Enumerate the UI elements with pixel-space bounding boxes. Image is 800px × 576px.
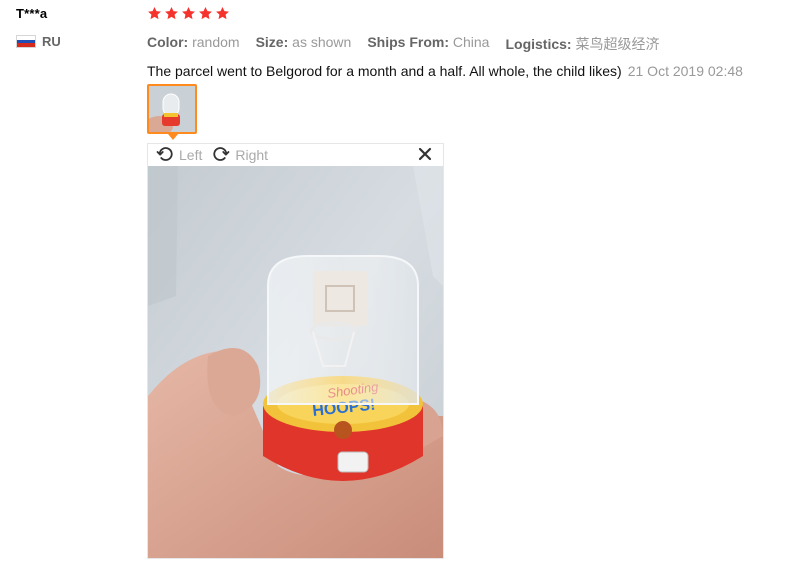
review-content: Color: random Size: as shown Ships From:… — [147, 6, 787, 79]
rotate-left-button[interactable]: Left — [156, 146, 202, 164]
viewer-toolbar: Left Right — [148, 144, 443, 166]
rotate-left-label: Left — [179, 147, 203, 163]
attribute-size: Size: as shown — [255, 34, 352, 50]
rotate-right-label: Right — [235, 147, 269, 163]
rotate-left-icon — [156, 147, 173, 161]
review-photo-thumbnail[interactable] — [147, 84, 197, 134]
review-photo: Shooting HOOPS! — [148, 166, 443, 558]
toy-photo-image: Shooting HOOPS! — [148, 166, 443, 558]
rotate-right-icon — [213, 147, 230, 161]
attribute-logistics: Logistics: 菜鸟超级经济 — [505, 36, 660, 52]
star-rating — [147, 6, 787, 24]
product-attributes: Color: random Size: as shown Ships From:… — [147, 34, 787, 54]
country-code: RU — [42, 34, 61, 49]
thumbnail-pointer — [168, 134, 178, 140]
rotate-right-button[interactable]: Right — [212, 146, 268, 164]
russia-flag-icon — [16, 35, 36, 48]
close-icon[interactable] — [417, 146, 433, 162]
review-body: The parcel went to Belgorod for a month … — [147, 63, 622, 79]
review-date: 21 Oct 2019 02:48 — [627, 63, 743, 79]
reviewer-info: T***a RU — [16, 6, 61, 49]
attribute-ships-from: Ships From: China — [367, 34, 490, 50]
star-icon — [165, 6, 178, 20]
reviewer-name: T***a — [16, 6, 48, 21]
star-icon — [148, 6, 161, 20]
toy-photo-thumbnail-image — [149, 86, 195, 132]
star-icon — [182, 6, 195, 20]
star-icon — [199, 6, 212, 20]
reviewer-country: RU — [16, 34, 96, 49]
attribute-color: Color: random — [147, 34, 240, 50]
star-icon — [216, 6, 229, 20]
image-viewer: Left Right HOOPS! — [147, 143, 444, 559]
review-text-row: The parcel went to Belgorod for a month … — [147, 63, 787, 79]
